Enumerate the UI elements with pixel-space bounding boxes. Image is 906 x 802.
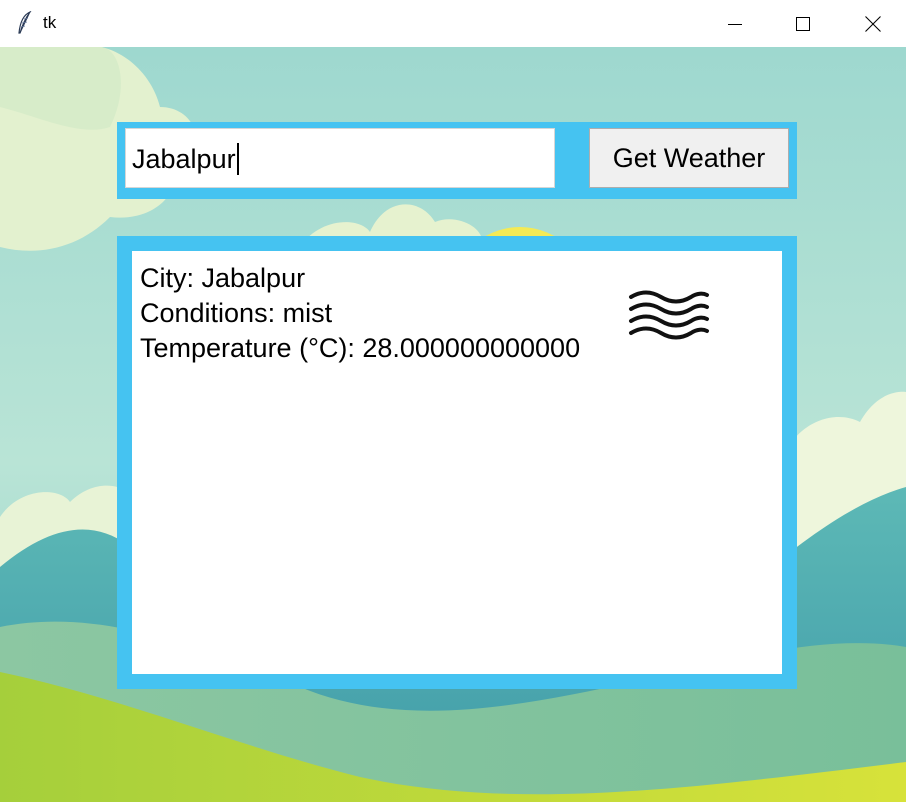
mist-icon — [629, 290, 709, 340]
minimize-icon — [728, 23, 742, 25]
get-weather-button[interactable]: Get Weather — [589, 128, 789, 188]
title-bar[interactable]: tk — [0, 0, 906, 48]
app-content: Jabalpur Get Weather City: Jabalpur Cond… — [0, 47, 906, 802]
text-caret — [236, 142, 239, 175]
app-window: tk Jabalpur Get Weather City: Jabalpur C… — [0, 0, 906, 802]
maximize-button[interactable] — [768, 0, 838, 47]
result-text: City: Jabalpur Conditions: mist Temperat… — [140, 261, 618, 366]
city-search-value: Jabalpur — [132, 144, 236, 174]
result-panel: City: Jabalpur Conditions: mist Temperat… — [132, 251, 782, 674]
search-frame: Jabalpur Get Weather — [117, 122, 797, 199]
result-frame: City: Jabalpur Conditions: mist Temperat… — [117, 236, 797, 689]
city-line: City: Jabalpur — [140, 263, 306, 293]
close-button[interactable] — [838, 0, 906, 47]
window-title: tk — [43, 13, 57, 32]
city-search-input[interactable]: Jabalpur — [125, 128, 555, 188]
conditions-line: Conditions: mist — [140, 298, 333, 328]
close-icon — [865, 15, 881, 32]
minimize-button[interactable] — [700, 0, 770, 47]
feather-icon — [18, 11, 32, 34]
temperature-line: Temperature (°C): 28.000000000000 — [140, 333, 581, 363]
maximize-icon — [796, 16, 810, 31]
